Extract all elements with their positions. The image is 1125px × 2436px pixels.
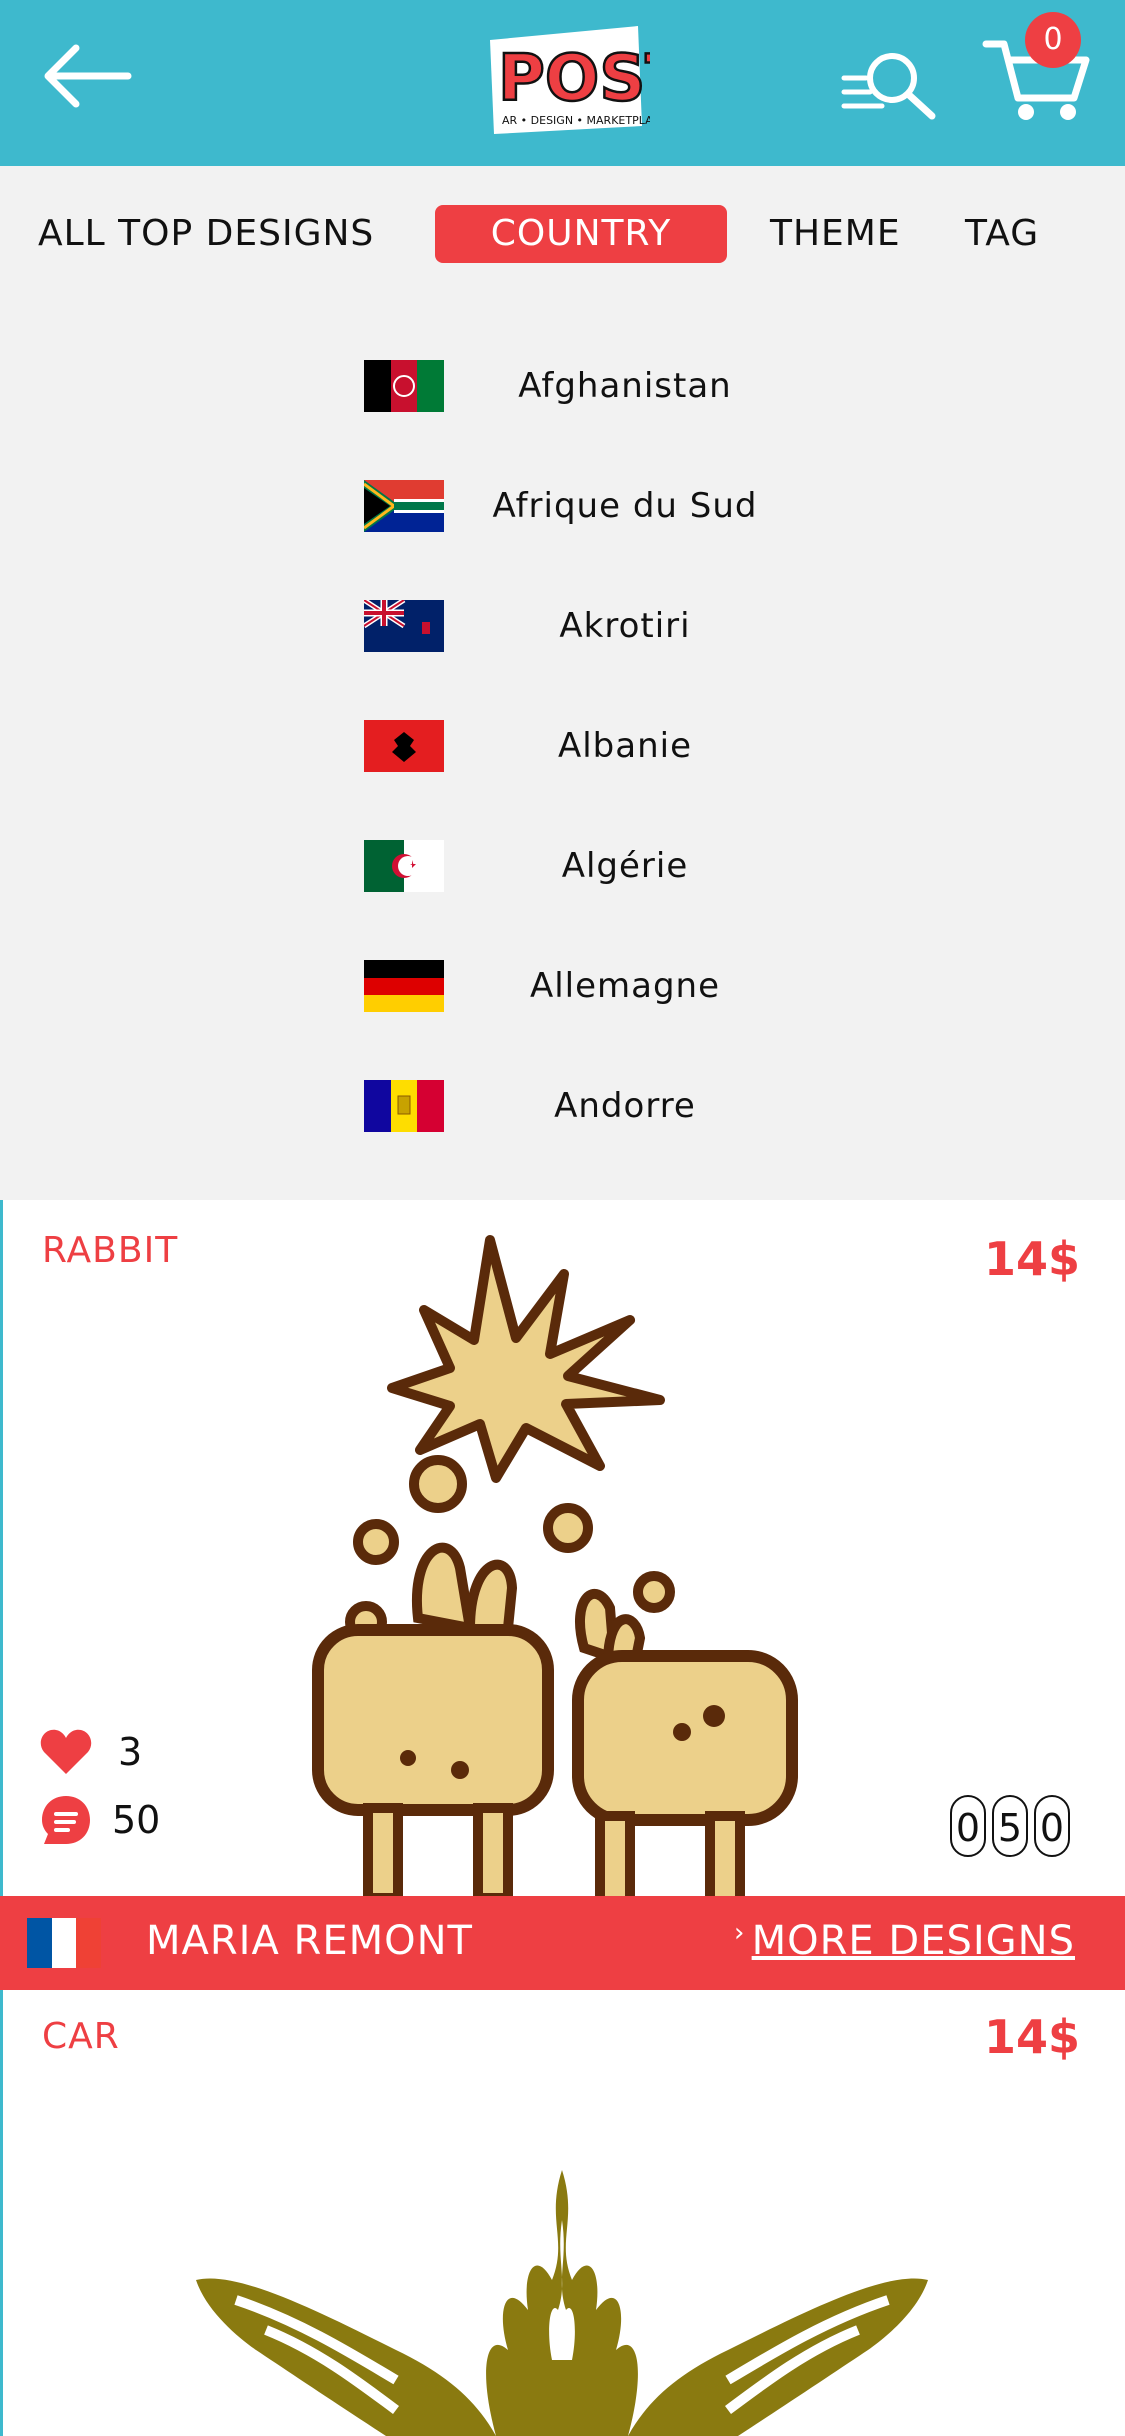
france-flag-icon — [27, 1918, 101, 1968]
country-name: Afghanistan — [518, 366, 732, 406]
svg-text:AR • DESIGN • MARKETPLACE: AR • DESIGN • MARKETPLACE — [502, 114, 650, 127]
country-item-allemagne[interactable]: Allemagne — [0, 948, 1125, 1028]
counter-digit: 0 — [950, 1795, 986, 1857]
search-icon — [841, 53, 936, 120]
country-item-akrotiri[interactable]: Akrotiri — [0, 588, 1125, 668]
app-header: POST AR • DESIGN • MARKETPLACE 0 — [0, 0, 1125, 166]
country-name: Albanie — [557, 726, 693, 766]
post-logo[interactable]: POST AR • DESIGN • MARKETPLACE — [480, 18, 691, 148]
counter-digit: 0 — [1034, 1795, 1070, 1857]
comment-icon — [42, 1796, 90, 1844]
country-name: Afrique du Sud — [492, 486, 758, 526]
more-designs-link[interactable]: MORE DESIGNS — [752, 1918, 1075, 1964]
country-item-andorre[interactable]: Andorre — [0, 1068, 1125, 1148]
card-price: 14$ — [983, 2010, 1080, 2064]
cart-count-badge: 0 — [1025, 12, 1081, 68]
country-name: Algérie — [561, 846, 689, 886]
back-button[interactable] — [40, 40, 136, 112]
tab-tag[interactable]: TAG — [965, 205, 1039, 263]
artist-name[interactable]: MARIA REMONT — [146, 1918, 473, 1964]
rabbit-design-image[interactable] — [300, 1228, 820, 1896]
comment-stat[interactable]: 50 — [40, 1790, 200, 1850]
andorra-flag-icon — [364, 1080, 444, 1132]
card-price: 14$ — [983, 1232, 1080, 1286]
filter-panel — [0, 166, 1125, 1200]
algeria-flag-icon — [364, 840, 444, 892]
afghanistan-flag-icon — [364, 360, 444, 412]
country-item-afrique-du-sud[interactable]: Afrique du Sud — [0, 468, 1125, 548]
arrow-left-icon — [44, 44, 132, 108]
tab-all-top-designs[interactable]: ALL TOP DESIGNS — [38, 205, 374, 263]
country-name: Andorre — [554, 1086, 696, 1126]
tab-theme[interactable]: THEME — [770, 205, 901, 263]
like-count: 3 — [118, 1730, 143, 1774]
country-name: Allemagne — [529, 966, 721, 1006]
view-counter: 050 — [950, 1795, 1076, 1861]
like-stat[interactable]: 3 — [40, 1722, 200, 1782]
comment-count: 50 — [112, 1798, 161, 1842]
car-design-image[interactable] — [196, 2160, 928, 2436]
country-name: Akrotiri — [559, 606, 691, 646]
akrotiri-flag-icon — [364, 600, 444, 652]
heart-icon — [40, 1729, 92, 1774]
chevron-right-icon: › — [734, 1918, 745, 1948]
counter-digit: 5 — [992, 1795, 1028, 1857]
artist-bar: MARIA REMONT › MORE DESIGNS — [0, 1896, 1125, 1990]
search-button[interactable] — [840, 48, 940, 126]
south-africa-flag-icon — [364, 480, 444, 532]
albania-flag-icon — [364, 720, 444, 772]
country-item-algerie[interactable]: Algérie — [0, 828, 1125, 908]
svg-text:POST: POST — [498, 42, 650, 116]
germany-flag-icon — [364, 960, 444, 1012]
country-item-albanie[interactable]: Albanie — [0, 708, 1125, 788]
tab-country[interactable]: COUNTRY — [435, 205, 727, 263]
country-item-afghanistan[interactable]: Afghanistan — [0, 348, 1125, 428]
card-title: RABBIT — [42, 1230, 179, 1271]
card-title: CAR — [42, 2016, 120, 2057]
